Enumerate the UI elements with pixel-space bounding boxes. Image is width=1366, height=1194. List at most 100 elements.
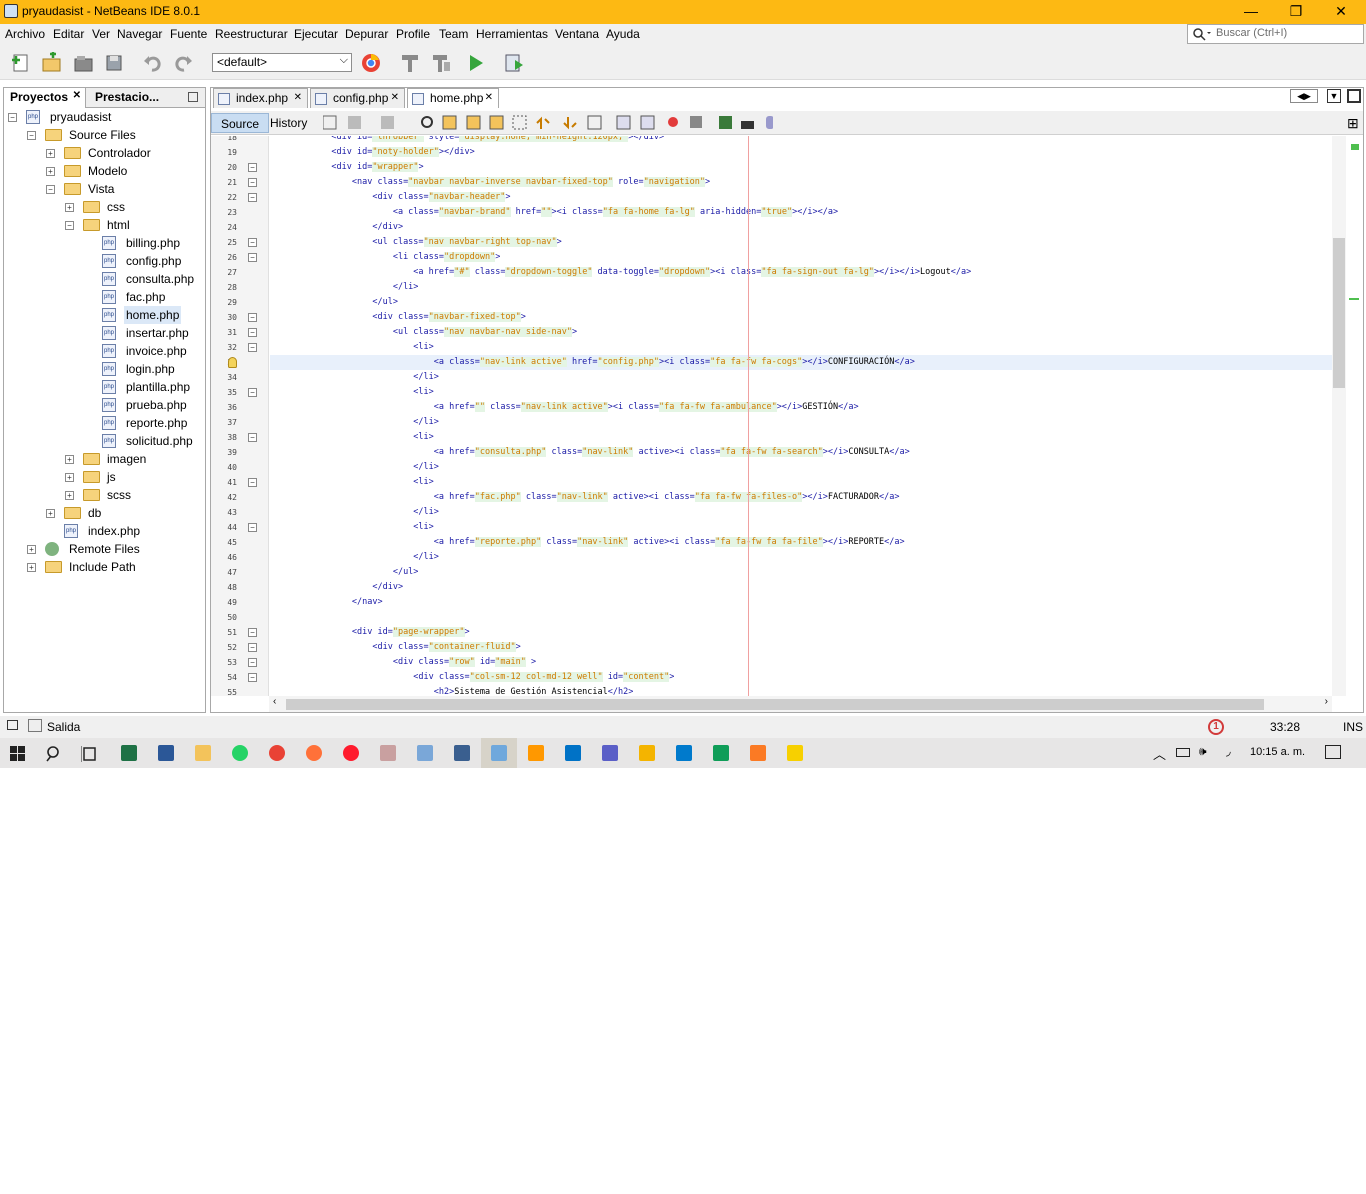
collapse-icon[interactable]: − xyxy=(65,221,74,230)
tree-item[interactable]: − html xyxy=(4,216,203,234)
close-button[interactable]: ✕ xyxy=(1318,0,1364,24)
menu-reestructurar[interactable]: Reestructurar xyxy=(215,27,288,41)
code-line[interactable]: <div id="page-wrapper"> xyxy=(270,625,1332,640)
tree-item[interactable]: php reporte.php xyxy=(4,414,203,432)
battery-icon[interactable] xyxy=(1176,748,1190,757)
code-line[interactable]: <ul class="nav navbar-right top-nav"> xyxy=(270,235,1332,250)
notepad-icon[interactable] xyxy=(417,745,433,761)
code-line[interactable]: <div id="noty-holder"></div> xyxy=(270,145,1332,160)
menu-ventana[interactable]: Ventana xyxy=(555,27,599,41)
fold-icon[interactable]: − xyxy=(248,178,257,187)
sublime-icon[interactable] xyxy=(528,745,544,761)
expand-icon[interactable]: + xyxy=(46,167,55,176)
tree-item[interactable]: + imagen xyxy=(4,450,203,468)
code-line[interactable]: <a class="navbar-brand" href=""><i class… xyxy=(270,205,1332,220)
tree-item[interactable]: + Remote Files xyxy=(4,540,203,558)
fold-icon[interactable]: − xyxy=(248,328,257,337)
code-line[interactable]: </li> xyxy=(270,280,1332,295)
code-line[interactable]: <a class="nav-link active" href="config.… xyxy=(270,355,1332,370)
scroll-left-icon[interactable]: ‹ xyxy=(273,696,276,707)
code-line[interactable]: <a href="" class="nav-link active"><i cl… xyxy=(270,400,1332,415)
fold-icon[interactable]: − xyxy=(248,313,257,322)
debug-project-icon[interactable] xyxy=(503,52,525,74)
tab-history[interactable]: History xyxy=(261,113,316,133)
output-tab-label[interactable]: Salida xyxy=(47,720,80,734)
code-line[interactable]: </ul> xyxy=(270,565,1332,580)
code-line[interactable]: </div> xyxy=(270,580,1332,595)
fold-icon[interactable]: − xyxy=(248,163,257,172)
fold-icon[interactable]: − xyxy=(248,673,257,682)
menu-team[interactable]: Team xyxy=(439,27,468,41)
expand-icon[interactable]: + xyxy=(65,203,74,212)
file-explorer-icon[interactable] xyxy=(195,745,211,761)
fold-icon[interactable]: − xyxy=(248,628,257,637)
chevron-up-icon[interactable]: ︿ xyxy=(1153,744,1166,763)
error-stripe-mark[interactable] xyxy=(1349,298,1359,300)
hint-bulb-icon[interactable] xyxy=(228,357,237,368)
expand-icon[interactable]: + xyxy=(65,473,74,482)
code-line[interactable]: <div class="container-fluid"> xyxy=(270,640,1332,655)
code-line[interactable]: <a href="consulta.php" class="nav-link" … xyxy=(270,445,1332,460)
undo-icon[interactable] xyxy=(142,52,164,74)
code-line[interactable]: <li class="dropdown"> xyxy=(270,250,1332,265)
code-line[interactable]: </nav> xyxy=(270,595,1332,610)
open-project-icon[interactable] xyxy=(72,52,94,74)
code-line[interactable]: <a href="#" class="dropdown-toggle" data… xyxy=(270,265,1332,280)
vscode-icon[interactable] xyxy=(676,745,692,761)
tree-item[interactable]: − Source Files xyxy=(4,126,203,144)
code-line[interactable]: <li> xyxy=(270,340,1332,355)
fold-icon[interactable]: − xyxy=(248,433,257,442)
minimize-panel-icon[interactable] xyxy=(188,92,198,102)
menu-herramientas[interactable]: Herramientas xyxy=(476,27,548,41)
fold-icon[interactable]: − xyxy=(248,253,257,262)
code-line[interactable]: </ul> xyxy=(270,295,1332,310)
save-all-icon[interactable] xyxy=(103,52,125,74)
code-line[interactable]: </li> xyxy=(270,550,1332,565)
tree-item[interactable]: + scss xyxy=(4,486,203,504)
menu-ver[interactable]: Ver xyxy=(92,27,110,41)
menu-ejecutar[interactable]: Ejecutar xyxy=(294,27,338,41)
tree-item[interactable]: + Controlador xyxy=(4,144,203,162)
code-line[interactable]: <li> xyxy=(270,430,1332,445)
volume-icon[interactable]: 🕪 xyxy=(1199,744,1207,759)
new-file-icon[interactable] xyxy=(10,52,32,74)
tree-item[interactable]: php home.php xyxy=(4,306,203,324)
fold-icon[interactable]: − xyxy=(248,343,257,352)
expand-icon[interactable]: + xyxy=(65,491,74,500)
redo-icon[interactable] xyxy=(172,52,194,74)
tab-prestaciones[interactable]: Prestacio... xyxy=(89,88,165,108)
tree-item[interactable]: php config.php xyxy=(4,252,203,270)
close-icon[interactable]: ✕ xyxy=(485,92,493,103)
code-line[interactable]: <li> xyxy=(270,385,1332,400)
windows-start-icon[interactable] xyxy=(10,746,26,762)
tree-item[interactable]: php index.php xyxy=(4,522,203,540)
code-line[interactable]: </li> xyxy=(270,370,1332,385)
clean-build-icon[interactable] xyxy=(430,52,452,74)
expand-icon[interactable]: + xyxy=(46,149,55,158)
wifi-icon[interactable]: ◞ xyxy=(1226,744,1231,758)
tree-item[interactable]: php fac.php xyxy=(4,288,203,306)
collapse-icon[interactable]: − xyxy=(8,113,17,122)
google-drive-icon[interactable] xyxy=(713,745,729,761)
search-icon[interactable] xyxy=(46,745,64,763)
maximize-editor-icon[interactable] xyxy=(1347,89,1361,103)
code-line[interactable]: <a href="reporte.php" class="nav-link" a… xyxy=(270,535,1332,550)
menu-ayuda[interactable]: Ayuda xyxy=(606,27,640,41)
notifications-center-icon[interactable] xyxy=(1325,745,1341,759)
tree-item[interactable]: php billing.php xyxy=(4,234,203,252)
new-project-icon[interactable] xyxy=(40,52,62,74)
tree-item[interactable]: php login.php xyxy=(4,360,203,378)
tree-item[interactable]: + db xyxy=(4,504,203,522)
tab-config-php[interactable]: config.php ✕ xyxy=(310,88,405,108)
code-line[interactable]: <h2>Sistema de Gestión Asistencial</h2> xyxy=(270,685,1332,696)
tree-item[interactable]: php solicitud.php xyxy=(4,432,203,450)
build-icon[interactable] xyxy=(399,52,421,74)
code-area[interactable]: <div id="throbber" style="display:none; … xyxy=(270,136,1332,696)
firefox-icon[interactable] xyxy=(306,745,322,761)
menu-fuente[interactable]: Fuente xyxy=(170,27,207,41)
code-line[interactable]: <nav class="navbar navbar-inverse navbar… xyxy=(270,175,1332,190)
vertical-scroll-thumb[interactable] xyxy=(1333,238,1345,388)
expand-icon[interactable]: + xyxy=(27,563,36,572)
tree-item[interactable]: − Vista xyxy=(4,180,203,198)
window-restore-icon[interactable] xyxy=(7,720,18,730)
